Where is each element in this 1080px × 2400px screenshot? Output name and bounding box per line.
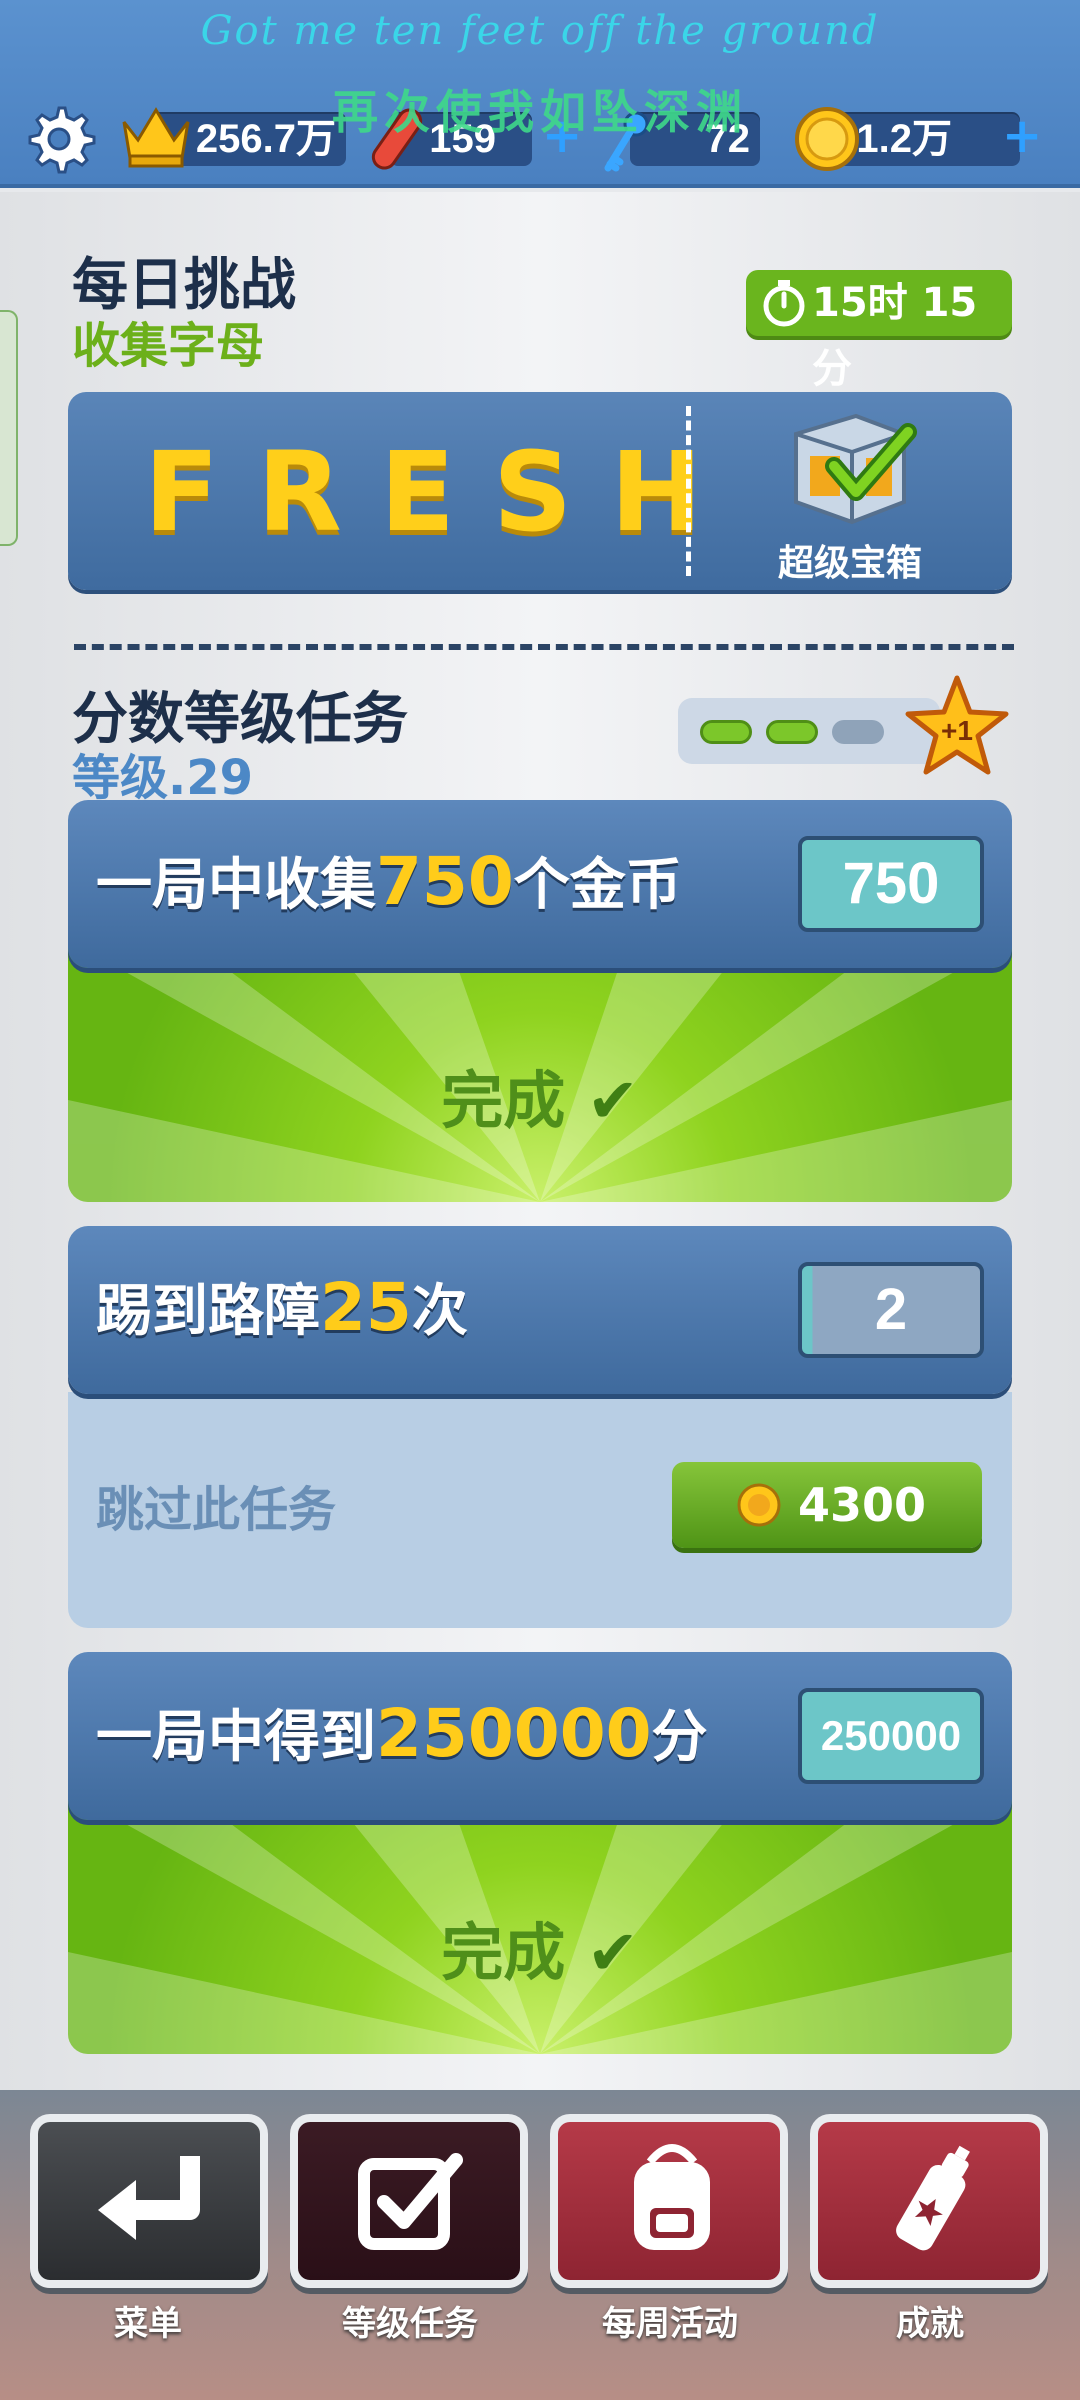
skip-task-label: 跳过此任务 xyxy=(96,1482,337,1538)
task-2-prefix: 踢到路障 xyxy=(96,1279,320,1344)
super-chest-icon[interactable] xyxy=(782,406,922,530)
task-1-complete-area: 完成 ✔ xyxy=(68,940,1012,1202)
task-3-count: 250000 xyxy=(798,1688,984,1784)
task-1-prefix: 一局中收集 xyxy=(96,853,376,918)
task-3-title: 一局中得到250000分 xyxy=(96,1692,708,1773)
star-multiplier-icon: +1 xyxy=(905,675,1009,775)
task-2-num: 25 xyxy=(320,1269,412,1346)
daily-timer: 15时 15分 xyxy=(746,270,1012,392)
super-chest-label: 超级宝箱 xyxy=(778,543,923,584)
back-arrow-icon xyxy=(98,2156,200,2240)
daily-challenge-subtitle: 收集字母 xyxy=(72,318,265,374)
lyric-line-1: Got me ten feet off the ground xyxy=(200,8,880,54)
task-2-title: 踢到路障25次 xyxy=(96,1266,468,1347)
check-icon: ✔ xyxy=(586,1916,639,1989)
daily-word-banner: FRESH 超级宝箱 xyxy=(68,392,1012,590)
progress-seg-3 xyxy=(832,720,884,744)
side-tab-handle[interactable] xyxy=(0,310,18,546)
bottom-nav: 菜单 等级任务 每周活动 成就 xyxy=(0,2090,1080,2400)
spray-can-icon xyxy=(896,2145,970,2251)
nav-achievements-button[interactable] xyxy=(810,2114,1048,2288)
task-1-suffix: 个金币 xyxy=(513,853,682,918)
task-1-status-text: 完成 xyxy=(441,1064,566,1137)
task-3-suffix: 分 xyxy=(651,1705,708,1770)
check-icon: ✔ xyxy=(586,1064,639,1137)
task-1-header: 一局中收集750个金币 750 xyxy=(68,800,1012,968)
task-2-count: 2 xyxy=(798,1262,984,1358)
stopwatch-icon xyxy=(763,280,805,327)
top-bar: Got me ten feet off the ground 256.7万 15… xyxy=(0,0,1080,188)
nav-missions-label: 等级任务 xyxy=(342,2304,478,2344)
nav-menu-label: 菜单 xyxy=(114,2304,182,2344)
lyric-line-2: 再次使我如坠深渊 xyxy=(332,85,748,139)
coin-icon xyxy=(737,1483,781,1527)
nav-missions-button[interactable] xyxy=(290,2114,528,2288)
task-3-complete-area: 完成 ✔ xyxy=(68,1792,1012,2054)
mission-progress xyxy=(678,698,940,764)
task-3-status: 完成 ✔ xyxy=(68,1902,1012,1992)
nav-menu-button[interactable] xyxy=(30,2114,268,2288)
task-3-prefix: 一局中得到 xyxy=(96,1705,376,1770)
task-2-skip-area: 跳过此任务 4300 xyxy=(68,1392,1012,1628)
nav-achievements-label: 成就 xyxy=(896,2304,964,2344)
task-3-header: 一局中得到250000分 250000 xyxy=(68,1652,1012,1820)
progress-seg-2 xyxy=(766,720,818,744)
skip-cost: 4300 xyxy=(798,1478,927,1532)
task-2-header: 踢到路障25次 2 xyxy=(68,1226,1012,1394)
task-3-num: 250000 xyxy=(376,1695,652,1772)
skip-task-button[interactable]: 4300 xyxy=(672,1462,982,1548)
task-3-status-text: 完成 xyxy=(441,1916,566,1989)
nav-weekly-label: 每周活动 xyxy=(602,2304,738,2344)
collected-letters: FRESH xyxy=(144,428,741,556)
task-1-num: 750 xyxy=(376,843,514,920)
checkbox-icon xyxy=(358,2153,463,2250)
task-2-suffix: 次 xyxy=(411,1279,468,1344)
task-1-count: 750 xyxy=(798,836,984,932)
section-divider xyxy=(74,644,1014,650)
task-1-status: 完成 ✔ xyxy=(68,1050,1012,1140)
backpack-icon xyxy=(634,2144,710,2250)
star-label: +1 xyxy=(941,715,973,746)
banner-divider xyxy=(686,406,691,576)
task-1-title: 一局中收集750个金币 xyxy=(96,840,682,921)
nav-weekly-button[interactable] xyxy=(550,2114,788,2288)
progress-seg-1 xyxy=(700,720,752,744)
missions-level: 等级.29 xyxy=(72,750,254,806)
